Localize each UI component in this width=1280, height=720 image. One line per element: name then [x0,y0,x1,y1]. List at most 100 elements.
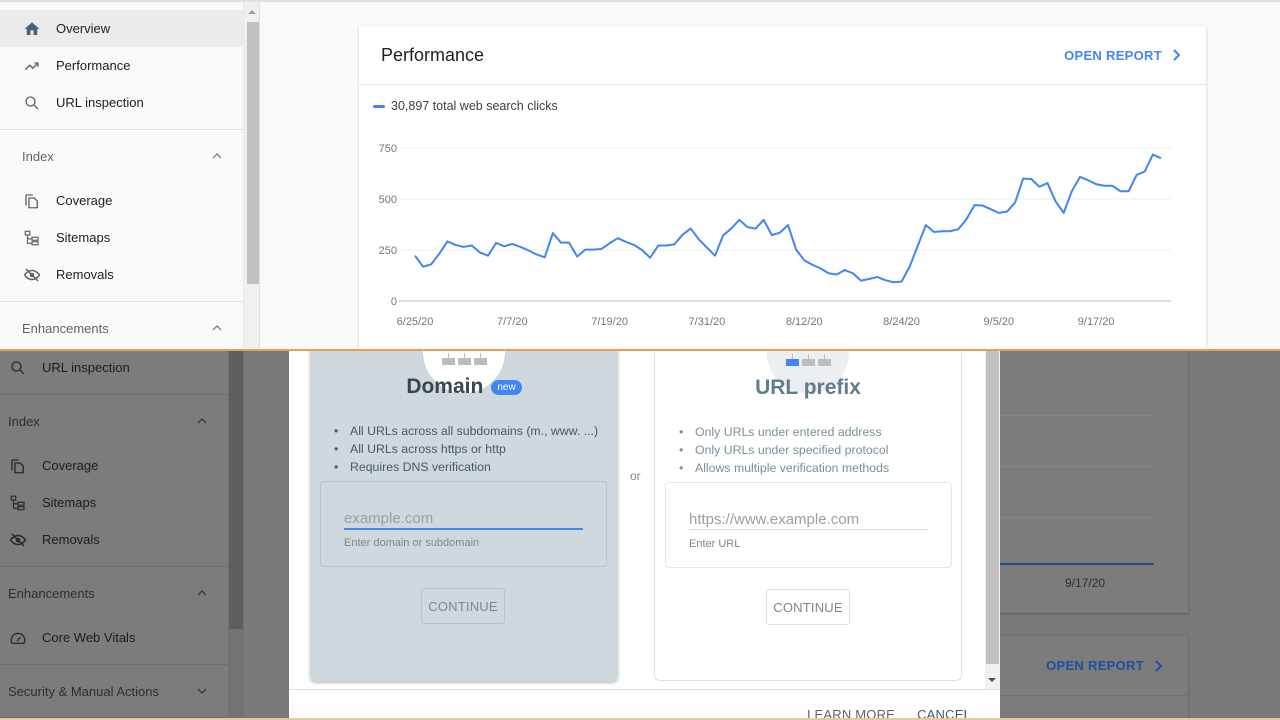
chevron-up-icon [197,418,207,424]
sidebar-item-coverage[interactable]: Coverage [0,447,228,484]
copy-pages-icon [22,191,42,211]
sidebar-item-sitemaps[interactable]: Sitemaps [0,484,228,521]
sidebar-item-removals[interactable]: Removals [0,256,243,293]
domain-continue-button[interactable]: CONTINUE [421,588,505,624]
y-tick-label: 0 [391,296,397,308]
scrollbar-thumb[interactable] [229,351,243,629]
gridline [996,466,1156,467]
sitemap-icon [22,228,42,248]
open-report-link[interactable]: OPEN REPORT [1064,48,1182,63]
sidebar-section-enhancements[interactable]: Enhancements [0,567,228,619]
sidebar-nav: Overview Performance URL inspection Inde… [0,2,243,348]
sidebar-item-label: Removals [42,532,100,547]
performance-card-title: Performance [381,44,485,65]
chevron-up-icon [212,325,222,331]
x-tick-label: 6/25/20 [397,316,434,328]
bottom-screenshot-panel: URL inspection Index Coverage Sitemaps R… [0,349,1280,720]
domain-input-help: Enter domain or subdomain [344,537,480,549]
x-tick-label: 9/17/20 [1078,316,1115,328]
sidebar-item-removals[interactable]: Removals [0,521,228,558]
open-report-link[interactable]: OPEN REPORT [1046,658,1164,673]
x-tick-label: 7/31/20 [689,316,726,328]
url-prefix-input-help: Enter URL [689,538,741,550]
sidebar-scrollbar[interactable] [228,351,244,718]
search-icon [8,358,28,378]
open-report-label: OPEN REPORT [1046,658,1144,673]
chevron-right-icon [1173,49,1181,61]
sidebar-item-performance[interactable]: Performance [0,47,243,84]
sidebar-item-sitemaps[interactable]: Sitemaps [0,219,243,256]
list-item: Requires DNS verification [350,458,598,476]
chevron-up-icon [197,590,207,596]
divider [0,717,228,718]
sidebar-item-label: Removals [56,267,114,282]
section-label: Index [22,148,54,164]
background-performance-card: 9/17/20 [996,351,1188,613]
chevron-down-icon [197,688,207,694]
domain-title-text: Domain [406,375,484,398]
chart-baseline [996,563,1154,565]
sitemap-icon [8,493,28,513]
sidebar-section-enhancements[interactable]: Enhancements [0,302,243,348]
dialog-scrollbar[interactable] [985,351,1000,689]
url-prefix-input-field: Enter URL [665,482,952,568]
gridline [996,415,1156,416]
network-blocks-icon [786,354,831,366]
url-prefix-input[interactable] [689,507,928,531]
y-tick-label: 250 [379,245,397,257]
search-icon [22,93,42,113]
url-prefix-property-card[interactable]: URL prefix Only URLs under entered addre… [654,351,962,681]
chevron-up-icon [212,153,222,159]
x-tick-label: 8/12/20 [786,316,823,328]
domain-input-field: Enter domain or subdomain [320,481,607,567]
scrollbar-thumb[interactable] [247,22,259,284]
url-prefix-feature-list: Only URLs under entered address Only URL… [695,423,889,477]
url-prefix-continue-button[interactable]: CONTINUE [766,589,850,625]
x-tick-label: 8/24/20 [883,316,920,328]
sidebar-item-label: Sitemaps [56,230,111,245]
domain-input[interactable] [344,506,583,530]
sidebar-item-url-inspection[interactable]: URL inspection [0,84,243,121]
scroll-down-arrow-icon[interactable] [988,678,996,682]
scroll-up-arrow-icon[interactable] [248,10,256,14]
url-prefix-title-text: URL prefix [755,376,861,399]
sidebar-item-label: Core Web Vitals [42,630,136,645]
sidebar-item-overview[interactable]: Overview [0,10,243,47]
gridline [996,517,1156,518]
sidebar-scrollbar[interactable] [243,2,260,348]
legend-label: 30,897 total web search clicks [391,99,558,113]
performance-card-header: Performance OPEN REPORT [359,26,1206,85]
domain-property-card[interactable]: Domain new All URLs across all subdomain… [310,351,618,681]
sidebar-item-core-web-vitals[interactable]: Core Web Vitals [0,619,228,656]
sidebar-section-index[interactable]: Index [0,130,243,182]
scrollbar-thumb[interactable] [986,351,999,664]
network-blocks-icon [442,353,487,365]
sidebar-item-label: Coverage [56,193,113,208]
learn-more-button[interactable]: LEARN MORE [807,708,895,719]
clicks-line-chart: 0 250 500 750 6/25/20 7/7/20 7/19/20 7/31/20 8/1… [379,143,1171,328]
x-tick-label: 7/7/20 [497,316,528,328]
x-tick-label: 7/19/20 [591,316,628,328]
sidebar-item-url-inspection[interactable]: URL inspection [0,351,228,386]
sidebar-item-label: Sitemaps [42,495,97,510]
home-icon [22,19,42,39]
open-report-label: OPEN REPORT [1064,47,1162,63]
background-report-card: OPEN REPORT [996,636,1188,718]
chart-legend: 30,897 total web search clicks [373,99,558,113]
copy-pages-icon [8,456,28,476]
sidebar-item-label: URL inspection [42,360,130,375]
sidebar-item-coverage[interactable]: Coverage [0,182,243,219]
x-tick-label: 9/17/20 [1065,576,1106,590]
cancel-button[interactable]: CANCEL [917,708,971,719]
list-item: All URLs across all subdomains (m., www.… [350,422,598,440]
clicks-series-line [414,153,1162,284]
section-label: Enhancements [8,585,95,601]
sidebar-section-security-manual-actions[interactable]: Security & Manual Actions [0,665,228,717]
url-prefix-title: URL prefix [655,376,961,400]
sidebar-item-label: Performance [56,58,131,73]
list-item: Allows multiple verification methods [695,459,889,477]
sidebar-section-index[interactable]: Index [0,395,228,447]
section-label: Enhancements [22,320,109,336]
top-screenshot-panel: Overview Performance URL inspection Inde… [0,0,1280,348]
add-property-dialog: Domain new All URLs across all subdomain… [289,351,1000,719]
